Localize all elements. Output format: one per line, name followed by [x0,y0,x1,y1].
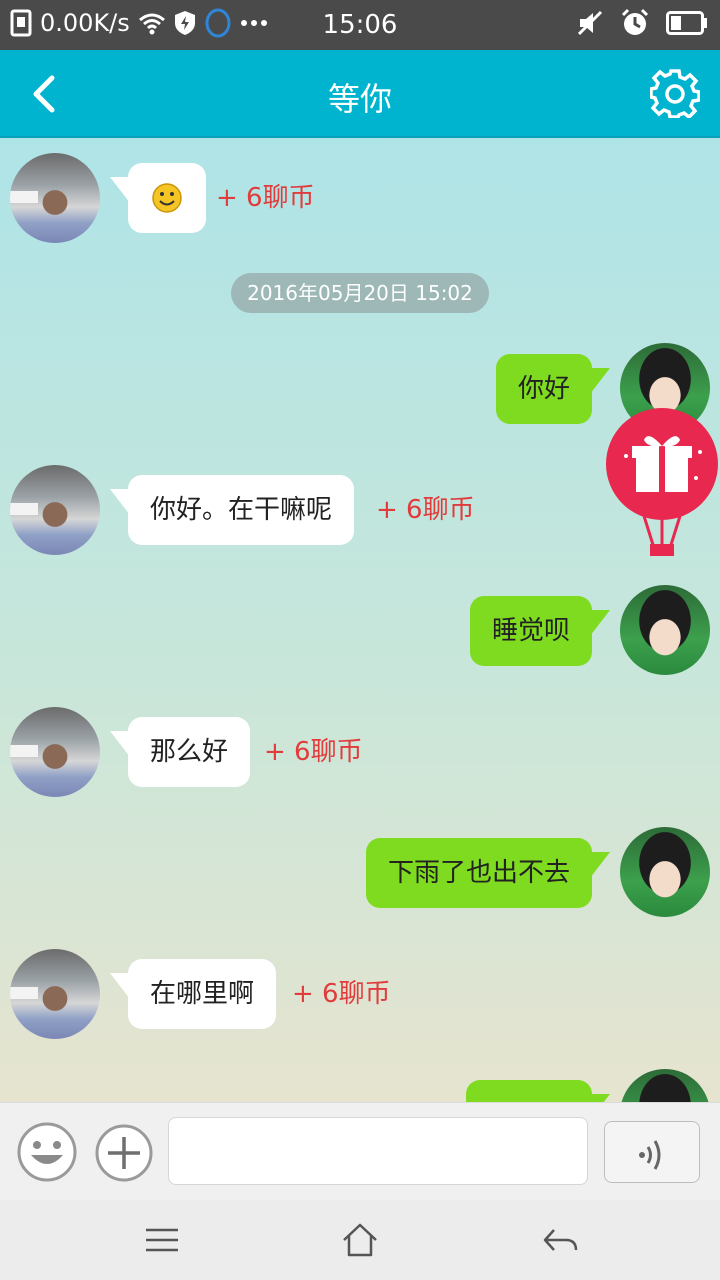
input-bar [0,1102,720,1200]
message-bubble-received[interactable]: 你好。在干嘛呢 [109,475,355,545]
message-bubble-received[interactable] [110,163,206,233]
message-bubble-sent[interactable]: 下雨了也出不去 [365,838,611,908]
message-input[interactable] [168,1117,588,1185]
contact-avatar[interactable] [10,949,100,1039]
contact-avatar[interactable] [10,465,100,555]
message-bubble-sent[interactable] [466,1080,610,1102]
emoji-icon[interactable] [16,1121,78,1183]
message-bubble-received[interactable]: 那么好 [109,717,251,787]
alarm-icon [621,8,649,35]
smiley-emoji-icon [152,183,182,213]
contact-avatar[interactable] [10,153,100,243]
status-bar: 0.00K/s 15:06 [0,0,720,50]
battery-icon [666,11,707,35]
chat-title: 等你 [327,80,392,118]
chat-header: 等你 [0,50,720,138]
plus-icon[interactable] [94,1123,154,1183]
status-right [576,8,708,38]
my-avatar[interactable] [620,827,710,917]
back-arrow-icon[interactable] [540,1220,580,1260]
menu-icon[interactable] [142,1220,182,1260]
gear-icon[interactable] [650,68,700,118]
chat-timestamp: 2016年05月20日 15:02 [231,273,489,313]
mute-icon [577,10,603,36]
gift-balloon-icon[interactable] [604,408,720,558]
system-nav-bar [0,1200,720,1280]
reward-label: + 6聊币 [264,737,363,767]
reward-label: + 6聊币 [216,183,315,213]
my-avatar[interactable] [620,585,710,675]
voice-button[interactable] [604,1121,700,1183]
my-avatar[interactable] [620,1069,710,1102]
message-bubble-received[interactable]: 在哪里啊 [109,959,277,1029]
message-bubble-sent[interactable]: 你好 [495,354,611,424]
message-bubble-sent[interactable]: 睡觉呗 [469,596,611,666]
contact-avatar[interactable] [10,707,100,797]
chat-area[interactable]: + 6聊币 2016年05月20日 15:02 你好 你好。在干嘛呢 + 6聊币… [0,138,720,1102]
reward-label: + 6聊币 [376,495,475,525]
reward-label: + 6聊币 [292,979,391,1009]
voice-icon [639,1140,661,1170]
home-icon[interactable] [340,1220,380,1260]
